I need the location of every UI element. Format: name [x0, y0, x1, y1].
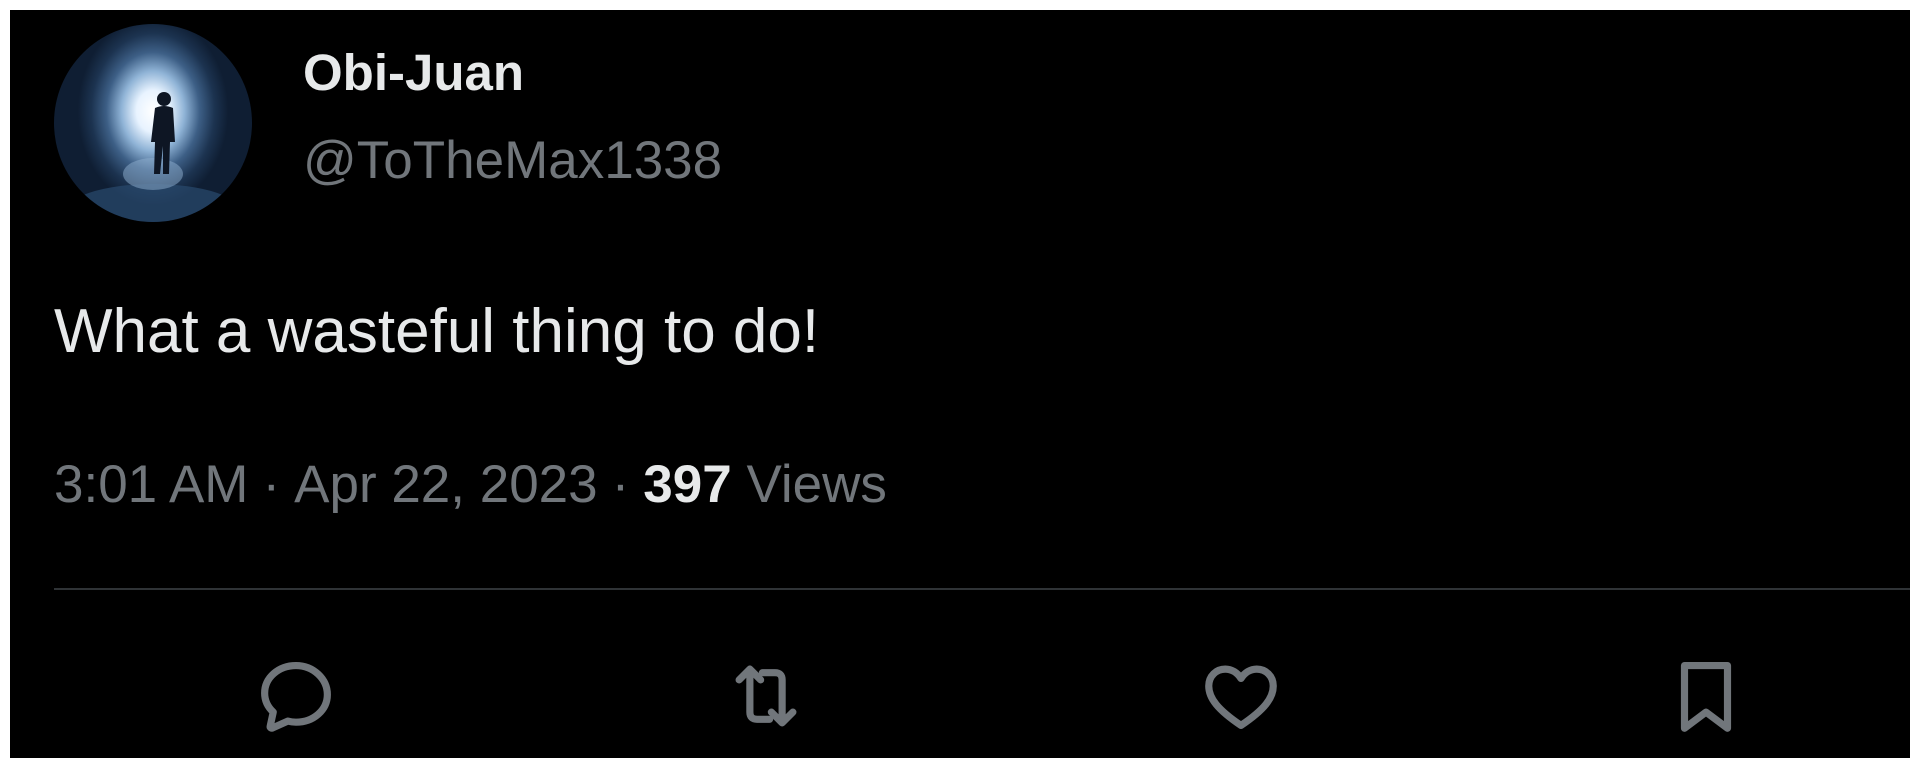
tweet-card: Obi-Juan @ToTheMax1338 What a wasteful t…: [10, 10, 1910, 758]
like-button[interactable]: [1191, 646, 1291, 746]
tweet-meta: 3:01 AM · Apr 22, 2023 · 397 Views: [54, 450, 887, 520]
tweet-text: What a wasteful thing to do!: [54, 297, 820, 366]
views-label: Views: [746, 455, 887, 514]
retweet-button[interactable]: [716, 646, 816, 746]
reply-button[interactable]: [246, 646, 346, 746]
user-handle[interactable]: @ToTheMax1338: [303, 126, 722, 196]
bookmark-icon: [1680, 661, 1732, 732]
meta-separator: ·: [262, 455, 281, 514]
divider: [54, 588, 1910, 590]
speech-bubble-icon: [261, 661, 331, 732]
cave-silhouette-avatar-icon: [63, 92, 243, 222]
tweet-time[interactable]: 3:01 AM: [54, 455, 248, 514]
retweet-arrows-icon: [735, 665, 797, 727]
tweet-date[interactable]: Apr 22, 2023: [294, 455, 598, 514]
views-count: 397: [643, 455, 732, 514]
bookmark-button[interactable]: [1656, 646, 1756, 746]
avatar[interactable]: [54, 24, 252, 222]
display-name[interactable]: Obi-Juan: [303, 40, 524, 106]
meta-separator: ·: [611, 455, 630, 514]
heart-icon: [1205, 665, 1277, 729]
